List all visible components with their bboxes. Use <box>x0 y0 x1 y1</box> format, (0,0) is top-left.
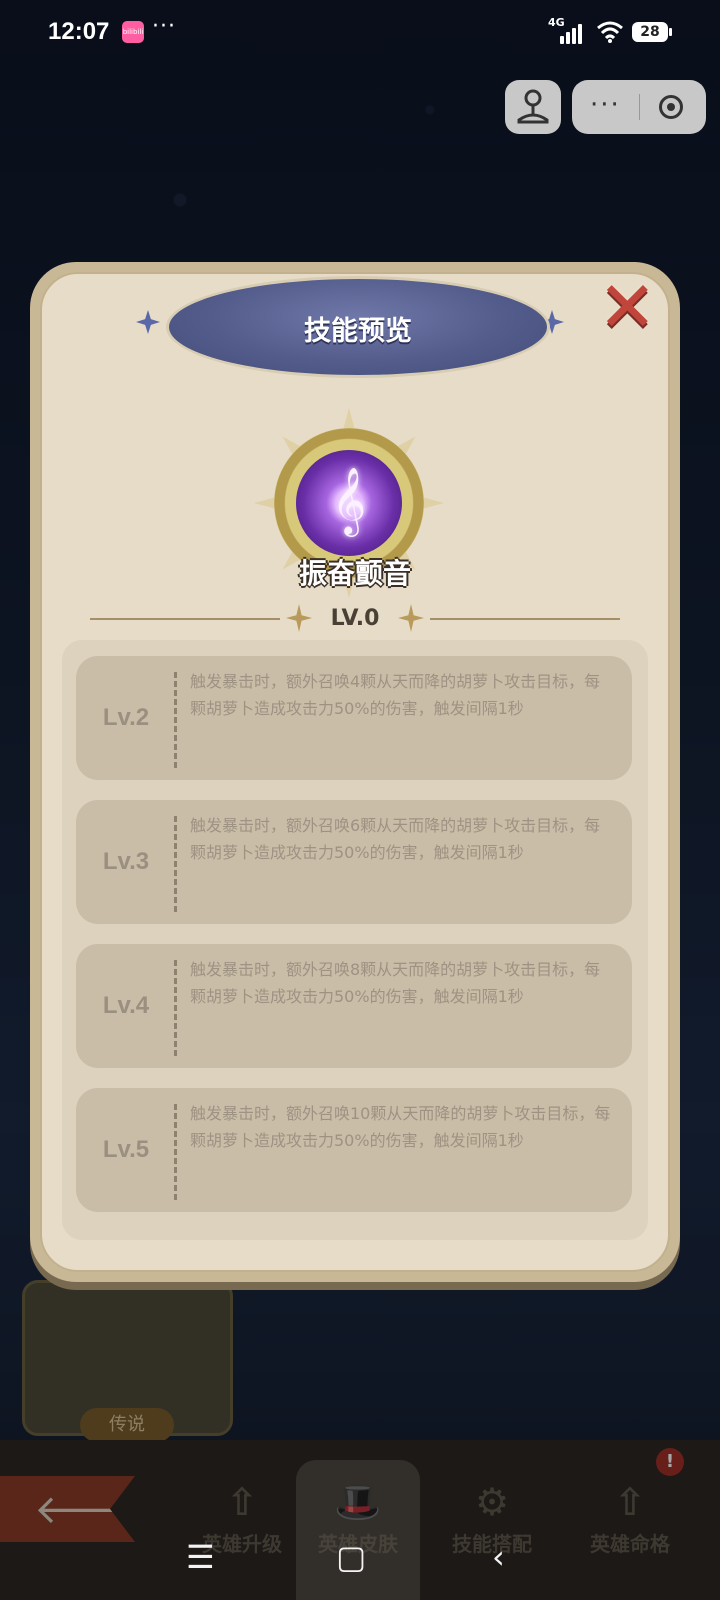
level-description: 触发暴击时，额外召唤6颗从天而降的胡萝卜攻击目标，每颗胡萝卜造成攻击力50%的伤… <box>190 816 601 862</box>
menu-nav-button[interactable]: ☰ <box>186 1538 215 1576</box>
joystick-icon <box>517 89 549 124</box>
skill-name: 振奋颤音 <box>298 557 411 590</box>
bilibili-app-icon: bilibili <box>122 21 144 43</box>
dashed-divider <box>174 1104 177 1200</box>
dashed-divider <box>174 672 177 768</box>
dashed-divider <box>174 960 177 1056</box>
close-mini-program-icon[interactable] <box>659 95 683 119</box>
level-list[interactable]: Lv.2 触发暴击时，额外召唤4颗从天而降的胡萝卜攻击目标，每颗胡萝卜造成攻击力… <box>62 640 648 1240</box>
level-label: Lv.5 <box>102 1136 150 1163</box>
level-description: 触发暴击时，额外召唤10颗从天而降的胡萝卜攻击目标，每颗胡萝卜造成攻击力50%的… <box>190 1104 611 1150</box>
title-plate: 技能预览 <box>166 276 550 378</box>
level-row: Lv.3 触发暴击时，额外召唤6颗从天而降的胡萝卜攻击目标，每颗胡萝卜造成攻击力… <box>76 800 632 924</box>
level-description: 触发暴击时，额外召唤8颗从天而降的胡萝卜攻击目标，每颗胡萝卜造成攻击力50%的伤… <box>190 960 601 1006</box>
battery-icon: 28 <box>632 22 672 42</box>
level-label: Lv.4 <box>102 992 150 1019</box>
more-notifications-icon: ··· <box>152 14 176 39</box>
close-icon: ✕ <box>598 266 657 348</box>
back-nav-button[interactable]: ‹ <box>492 1538 505 1576</box>
dashed-divider <box>174 816 177 912</box>
skill-note-glyph: 𝄞 <box>331 466 367 534</box>
level-label: Lv.3 <box>102 848 150 875</box>
clock: 12:07 <box>48 18 110 45</box>
level-row: Lv.4 触发暴击时，额外召唤8颗从天而降的胡萝卜攻击目标，每颗胡萝卜造成攻击力… <box>76 944 632 1068</box>
signal-icon <box>560 22 586 44</box>
level-label: Lv.2 <box>102 704 150 731</box>
home-nav-button[interactable]: ▢ <box>336 1538 366 1576</box>
divider-right <box>430 618 620 620</box>
dialog-title: 技能预览 <box>304 316 412 347</box>
level-description: 触发暴击时，额外召唤4颗从天而降的胡萝卜攻击目标，每颗胡萝卜造成攻击力50%的伤… <box>190 672 601 718</box>
more-button[interactable]: ··· <box>590 90 621 120</box>
close-button[interactable]: ✕ <box>598 266 670 348</box>
level-row: Lv.2 触发暴击时，额外召唤4颗从天而降的胡萝卜攻击目标，每颗胡萝卜造成攻击力… <box>76 656 632 780</box>
skill-preview-dialog: 技能预览 ✕ 𝄞 振奋颤音 LV.0 Lv.2 触发暴击时，额外召唤4颗从天而降… <box>30 262 680 1282</box>
status-bar: 12:07 bilibili ··· 4G 28 <box>0 0 720 64</box>
wifi-icon <box>597 21 623 43</box>
mini-program-capsule: ··· <box>572 80 706 134</box>
treble-clef-icon: 𝄞 <box>296 450 402 556</box>
level-row: Lv.5 触发暴击时，额外召唤10颗从天而降的胡萝卜攻击目标，每颗胡萝卜造成攻击… <box>76 1088 632 1212</box>
avatar-button[interactable] <box>505 80 561 134</box>
capsule-divider <box>639 94 640 120</box>
